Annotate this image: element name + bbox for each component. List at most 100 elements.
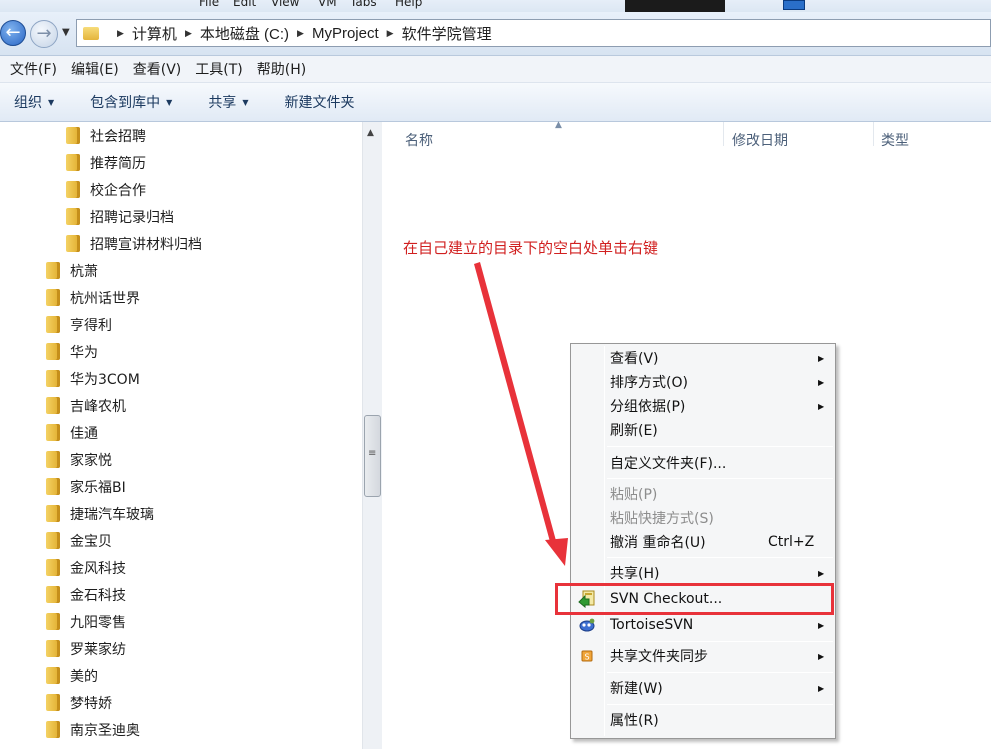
top-menu-file[interactable]: File [199,0,219,9]
scroll-up-icon[interactable]: ▲ [367,128,374,138]
breadcrumb-current[interactable]: 软件学院管理 [402,23,492,44]
top-menu-edit[interactable]: Edit [233,0,256,9]
tree-item[interactable]: 金石科技 [46,581,126,608]
tree-item[interactable]: 招聘宣讲材料归档 [66,230,202,257]
folder-icon [46,289,60,306]
menu-item-label: 分组依据(P) [610,399,686,415]
address-bar[interactable]: ▶ 计算机 ▶ 本地磁盘 (C:) ▶ MyProject ▶ 软件学院管理 [76,19,991,47]
breadcrumb-computer[interactable]: 计算机 [132,23,177,44]
menu-bar: 文件(F) 编辑(E) 查看(V) 工具(T) 帮助(H) [0,56,991,83]
breadcrumb-local-disk[interactable]: 本地磁盘 (C:) [200,23,289,44]
nav-scrollbar[interactable]: ▲ ≡ [362,122,382,749]
menu-separator [607,672,833,673]
column-header-modified[interactable]: 修改日期 [732,126,788,154]
tree-item[interactable]: 九阳零售 [46,608,126,635]
menu-item-properties[interactable]: 属性(R) [571,708,835,732]
top-menu-help[interactable]: Help [395,0,422,9]
tree-item[interactable]: 华为 [46,338,98,365]
menu-help[interactable]: 帮助(H) [257,59,306,79]
tree-item[interactable]: 社会招聘 [66,122,146,149]
menu-item-refresh[interactable]: 刷新(E) [571,418,835,442]
toolbar-icons[interactable] [625,0,725,12]
tree-item[interactable]: 南京圣迪奥 [46,716,140,743]
tree-item[interactable]: 捷瑞汽车玻璃 [46,500,154,527]
chevron-right-icon[interactable]: ▶ [117,28,124,39]
menu-item-label: 共享(H) [610,566,660,582]
menu-item-group-by[interactable]: 分组依据(P) ▶ [571,394,835,418]
menu-item-view[interactable]: 查看(V) ▶ [571,346,835,370]
recent-pages-dropdown[interactable]: ▼ [62,27,70,38]
tree-item[interactable]: 招聘记录归档 [66,203,174,230]
menu-item-undo-rename[interactable]: 撤消 重命名(U) Ctrl+Z [571,530,835,554]
menu-file[interactable]: 文件(F) [10,59,57,79]
share-button[interactable]: 共享 ▼ [208,92,248,112]
menu-item-label: 新建(W) [610,681,663,697]
submenu-arrow-icon: ▶ [818,353,825,363]
column-header-type[interactable]: 类型 [881,126,909,154]
top-menu-view[interactable]: View [271,0,299,9]
tree-item[interactable]: 梦特娇 [46,689,112,716]
tree-item[interactable]: 美的 [46,662,98,689]
include-library-button[interactable]: 包含到库中 ▼ [90,92,172,112]
fullscreen-icon[interactable] [783,0,805,10]
menu-item-paste-shortcut: 粘贴快捷方式(S) [571,506,835,530]
menu-item-label: 粘贴快捷方式(S) [610,511,714,527]
sync-icon: S [581,650,593,662]
folder-icon [66,127,80,144]
menu-edit[interactable]: 编辑(E) [71,59,119,79]
tree-item[interactable]: 推荐简历 [66,149,146,176]
tree-item[interactable]: 杭州话世界 [46,284,140,311]
menu-item-sort-by[interactable]: 排序方式(O) ▶ [571,370,835,394]
menu-item-tortoisesvn[interactable]: TortoiseSVN ▶ [571,613,835,637]
tree-item[interactable]: 金宝贝 [46,527,112,554]
breadcrumb-myproject[interactable]: MyProject [312,25,379,42]
column-header-name[interactable]: 名称 [405,126,433,154]
menu-item-share[interactable]: 共享(H) ▶ [571,561,835,585]
share-label: 共享 [208,95,237,111]
folder-icon [46,667,60,684]
tree-item-label: 佳通 [70,425,98,442]
tree-item[interactable]: 罗莱家纺 [46,635,126,662]
top-menu-tabs[interactable]: Tabs [350,0,377,9]
column-divider[interactable] [723,122,724,146]
menu-view[interactable]: 查看(V) [133,59,182,79]
tree-item[interactable]: 家家悦 [46,446,112,473]
organize-button[interactable]: 组织 ▼ [14,92,54,112]
tree-item[interactable]: 校企合作 [66,176,146,203]
menu-item-label: 粘贴(P) [610,487,658,503]
folder-icon [46,640,60,657]
tree-item[interactable]: 亨得利 [46,311,112,338]
chevron-right-icon[interactable]: ▶ [387,28,394,39]
tree-item-label: 九阳零售 [70,614,126,631]
tree-item-label: 金风科技 [70,560,126,577]
menu-tools[interactable]: 工具(T) [195,59,242,79]
tree-item-label: 家乐福BI [70,479,126,496]
tree-item[interactable]: 杭萧 [46,257,98,284]
tree-item[interactable]: 家乐福BI [46,473,126,500]
menu-item-customize-folder[interactable]: 自定义文件夹(F)... [571,451,835,475]
forward-arrow-icon: → [36,23,52,44]
scroll-thumb[interactable]: ≡ [364,415,381,497]
submenu-arrow-icon: ▶ [818,401,825,411]
column-modified-label: 修改日期 [732,133,788,149]
back-button[interactable]: ← [0,20,26,46]
tree-item[interactable]: 华为3COM [46,365,140,392]
menu-item-new[interactable]: 新建(W) ▶ [571,676,835,700]
column-divider[interactable] [873,122,874,146]
chevron-right-icon[interactable]: ▶ [185,28,192,39]
tree-item[interactable]: 吉峰农机 [46,392,126,419]
top-menu-vm[interactable]: VM [318,0,337,9]
forward-button[interactable]: → [30,20,58,48]
tree-item-label: 南京圣迪奥 [70,722,140,739]
tree-item-label: 家家悦 [70,452,112,469]
caret-down-icon: ▼ [48,97,55,107]
tree-item[interactable]: 佳通 [46,419,98,446]
chevron-right-icon[interactable]: ▶ [297,28,304,39]
tree-item-label: 金宝贝 [70,533,112,550]
tree-item[interactable]: 金风科技 [46,554,126,581]
folder-icon [46,505,60,522]
caret-down-icon: ▼ [242,97,249,107]
menu-item-shared-folder-sync[interactable]: S 共享文件夹同步 ▶ [571,644,835,668]
new-folder-button[interactable]: 新建文件夹 [284,92,354,112]
folder-icon [66,154,80,171]
